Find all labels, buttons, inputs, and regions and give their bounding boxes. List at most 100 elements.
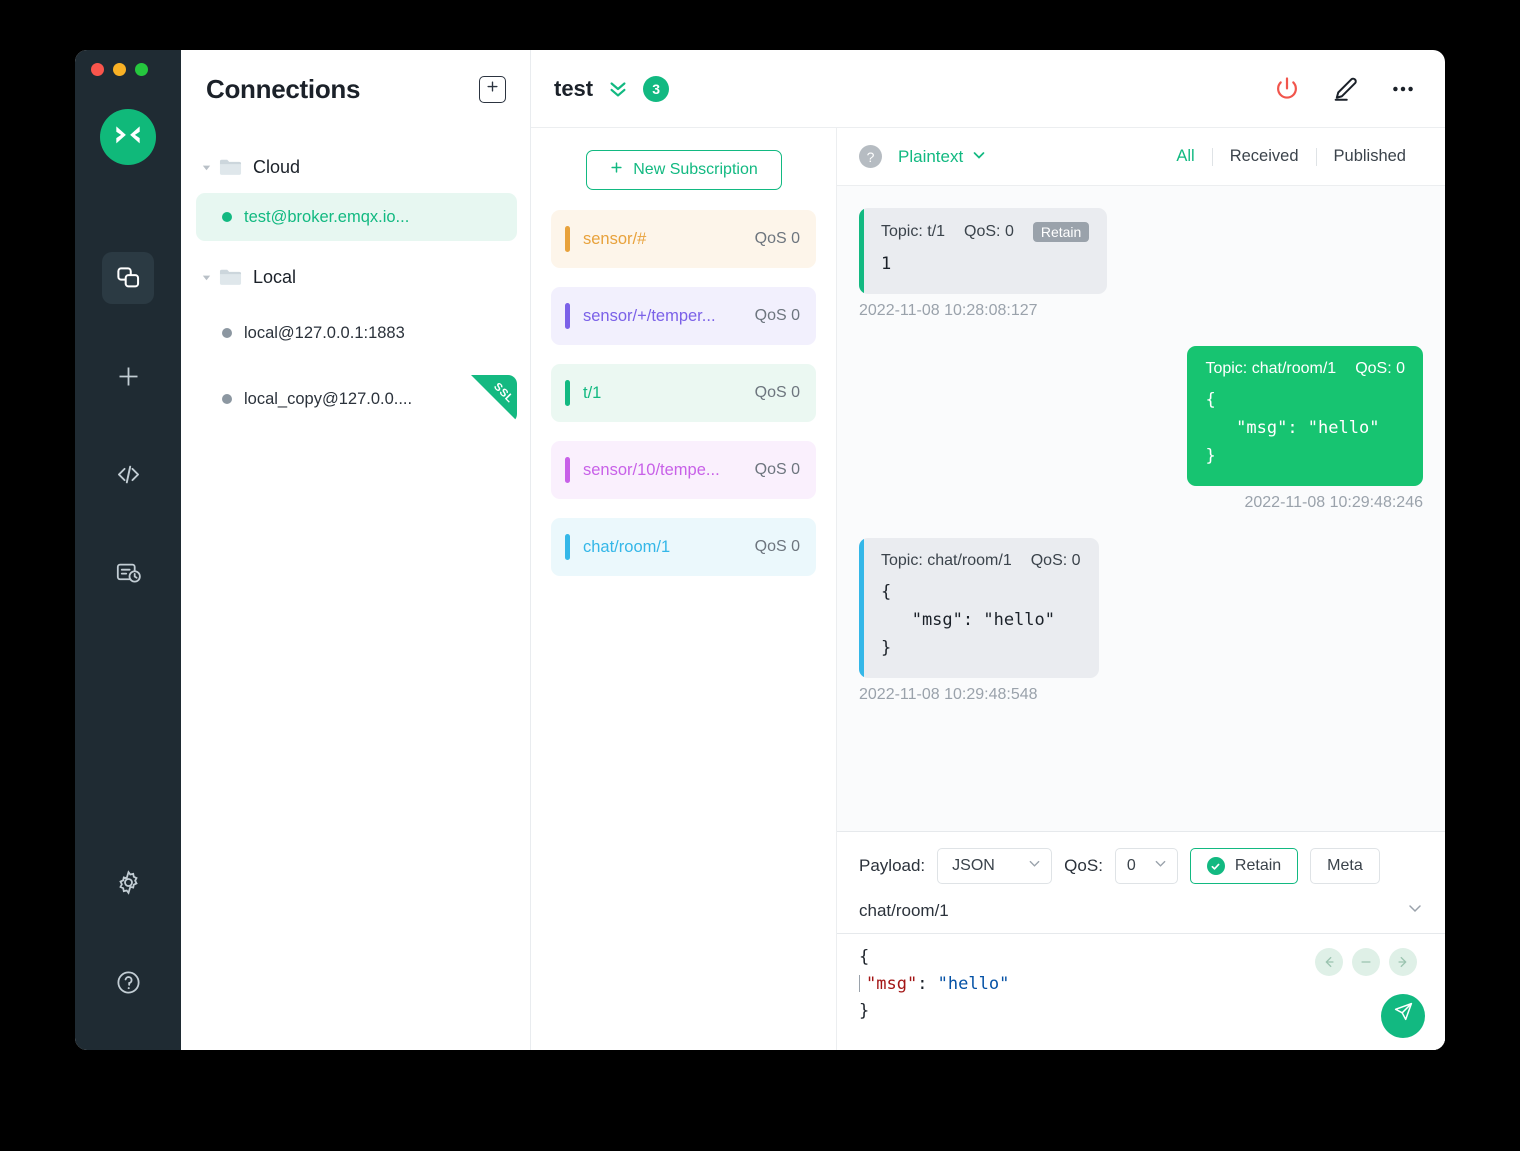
message-list[interactable]: Topic: t/1 QoS: 0 Retain 1 2022-11-08 10… [837,186,1445,831]
subscription-color-bar [565,226,570,252]
publish-payload-editor[interactable]: { "msg": "hello" } [837,934,1445,1050]
payload-format-value: JSON [952,857,995,874]
publish-panel: Payload: JSON QoS: 0 Retain Meta chat/ro… [837,831,1445,1050]
message-bubble-received[interactable]: Topic: chat/room/1 QoS: 0 { "msg": "hell… [859,538,1099,679]
subscription-qos: QoS 0 [754,230,800,247]
sidebar-item-help[interactable] [102,956,154,1008]
payload-format-selector[interactable]: Plaintext [898,147,986,167]
help-question-icon[interactable]: ? [859,145,882,168]
tab-all[interactable]: All [1159,147,1211,166]
subscription-color-bar [565,380,570,406]
chevron-down-icon [1154,857,1167,875]
connections-icon [115,265,142,292]
connection-header: test 3 [531,50,1445,128]
text-caret [859,975,860,993]
publish-topic-input[interactable]: chat/room/1 [859,901,949,921]
folder-icon [219,157,253,177]
app-window: Connections Cloud test@broker.emqx.io...… [75,50,1445,1050]
ssl-badge: SSL [471,375,517,421]
subscription-color-bar [565,303,570,329]
subscription-color-bar [565,457,570,483]
more-options-icon[interactable] [1389,75,1417,103]
connections-panel: Connections Cloud test@broker.emqx.io...… [181,50,531,1050]
qos-value: 0 [1126,857,1136,874]
subscription-item[interactable]: sensor/# QoS 0 [551,210,816,268]
connection-label: local_copy@127.0.0.... [244,389,413,408]
check-circle-icon [1206,857,1225,875]
sidebar-item-new-connection[interactable] [102,350,154,402]
message-edge-bar [859,208,864,295]
sidebar-item-settings[interactable] [102,856,154,908]
subscription-topic: sensor/# [583,229,647,248]
question-circle-icon [115,969,142,996]
retain-label: Retain [1234,857,1282,874]
message-row: Topic: chat/room/1 QoS: 0 { "msg": "hell… [859,346,1423,512]
close-window-button[interactable] [91,63,104,76]
payload-label: Payload: [859,856,926,875]
publish-options: Payload: JSON QoS: 0 Retain Meta [837,832,1445,896]
json-value: "hello" [937,974,1010,995]
qos-select[interactable]: 0 [1114,848,1178,884]
chevron-down-icon [199,160,213,174]
add-connection-button[interactable] [479,75,506,103]
connection-group-cloud[interactable]: Cloud [181,145,530,189]
json-key: "msg" [866,974,918,995]
tab-received[interactable]: Received [1213,147,1316,166]
subscription-item[interactable]: chat/room/1 QoS 0 [551,518,816,576]
message-timestamp: 2022-11-08 10:29:48:246 [1244,494,1423,512]
connection-item-local[interactable]: local@127.0.0.1:1883 [196,309,517,357]
new-subscription-button[interactable]: New Subscription [585,150,782,190]
payload-format-select[interactable]: JSON [937,848,1053,884]
send-button[interactable] [1381,994,1425,1038]
message-meta: Topic: t/1 QoS: 0 Retain [881,222,1090,242]
message-topic: Topic: chat/room/1 [1205,360,1337,378]
main-area: test 3 New Subscription sensor/# QoS 0 s… [531,50,1445,1050]
log-icon [115,559,142,586]
maximize-window-button[interactable] [135,63,148,76]
connection-group-local[interactable]: Local [181,255,530,299]
connection-label: local@127.0.0.1:1883 [244,323,405,342]
tab-published[interactable]: Published [1317,147,1423,166]
subscription-item[interactable]: t/1 QoS 0 [551,364,816,422]
message-bubble-received[interactable]: Topic: t/1 QoS: 0 Retain 1 [859,208,1108,295]
sidebar-item-connections[interactable] [102,252,154,304]
minus-icon[interactable] [1352,948,1380,976]
plus-icon [609,160,624,180]
chevron-down-icon [199,270,213,284]
subscription-topic: sensor/+/temper... [583,306,716,325]
editor-nav-buttons [1315,948,1417,976]
status-dot-offline [222,394,232,404]
message-timestamp: 2022-11-08 10:28:08:127 [859,302,1038,320]
subscription-item[interactable]: sensor/+/temper... QoS 0 [551,287,816,345]
message-bubble-published[interactable]: Topic: chat/room/1 QoS: 0 { "msg": "hell… [1187,346,1423,487]
subscription-qos: QoS 0 [754,538,800,555]
ssl-badge-label: SSL [491,380,516,406]
message-count-badge: 3 [643,75,670,102]
sidebar-item-scripts[interactable] [102,448,154,500]
connection-item-local-copy[interactable]: local_copy@127.0.0.... SSL [196,375,517,423]
disconnect-power-icon[interactable] [1273,75,1301,103]
chevron-down-icon[interactable] [1407,900,1423,921]
sidebar-item-log[interactable] [102,546,154,598]
minimize-window-button[interactable] [113,63,126,76]
connection-item-test[interactable]: test@broker.emqx.io... [196,193,517,241]
meta-button[interactable]: Meta [1310,848,1380,884]
chevron-down-icon [972,147,986,167]
subscription-item[interactable]: sensor/10/tempe... QoS 0 [551,441,816,499]
connection-tree: Cloud test@broker.emqx.io... Local local… [181,128,530,427]
arrow-left-icon[interactable] [1315,948,1343,976]
connections-header: Connections [181,50,530,128]
connection-label: test@broker.emqx.io... [244,207,410,226]
rail-bottom-icons [102,856,154,1050]
json-colon: : [917,974,938,995]
message-edge-bar [859,538,864,679]
retain-toggle[interactable]: Retain [1189,848,1299,884]
arrow-right-icon[interactable] [1389,948,1417,976]
icon-rail [75,50,181,1050]
rail-primary-icons [102,252,154,644]
chevron-double-down-icon[interactable] [607,78,629,100]
edit-pencil-icon[interactable] [1331,75,1359,103]
message-filter-tabs: All Received Published [1159,147,1423,166]
publish-topic-row[interactable]: chat/room/1 [837,896,1445,934]
message-topic: Topic: t/1 [881,223,946,240]
